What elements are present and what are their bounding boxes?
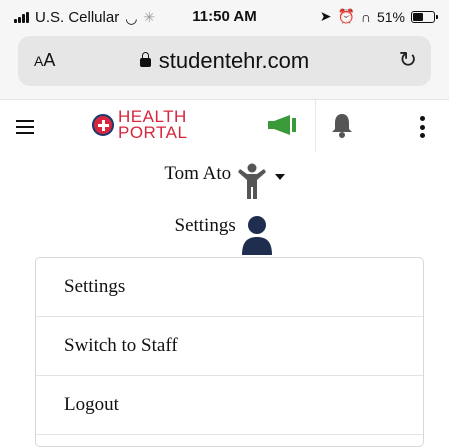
url-text: studentehr.com <box>158 48 310 73</box>
app-navbar: HEALTH PORTAL <box>0 99 449 156</box>
user-name: Tom Ato <box>164 163 232 184</box>
chevron-down-icon[interactable] <box>274 174 285 180</box>
status-right: ➤ ⏰ ∩ 51% <box>319 8 438 25</box>
settings-header-label: Settings <box>174 215 236 236</box>
kebab-menu-icon[interactable] <box>420 116 426 138</box>
menu-item-settings[interactable]: Settings <box>36 258 423 317</box>
megaphone-icon[interactable] <box>266 114 298 136</box>
logo-text: HEALTH PORTAL <box>118 108 188 142</box>
nav-divider <box>315 100 316 152</box>
battery-percent: 51% <box>376 8 405 25</box>
url-display[interactable]: studentehr.com <box>18 48 431 74</box>
health-portal-logo[interactable]: HEALTH PORTAL <box>92 108 188 142</box>
settings-dropdown-menu: Settings Switch to Staff Logout <box>35 257 424 447</box>
lock-icon <box>139 52 151 67</box>
person-icon <box>242 216 273 255</box>
browser-chrome: U.S. Cellular ◡ ✳ 11:50 AM ➤ ⏰ ∩ 51% AA … <box>0 0 449 99</box>
child-person-icon <box>237 163 266 199</box>
alarm-icon: ⏰ <box>337 8 355 24</box>
location-arrow-icon: ➤ <box>319 8 332 24</box>
menu-item-logout[interactable]: Logout <box>36 376 423 435</box>
battery-icon <box>411 10 438 23</box>
user-switcher[interactable]: Tom Ato <box>0 163 449 199</box>
logo-line2: PORTAL <box>118 123 188 142</box>
bell-icon[interactable] <box>330 112 354 138</box>
headphones-icon: ∩ <box>360 8 371 25</box>
status-bar: U.S. Cellular ◡ ✳ 11:50 AM ➤ ⏰ ∩ 51% <box>0 0 449 34</box>
address-bar[interactable]: AA studentehr.com ↻ <box>18 36 431 86</box>
reload-icon[interactable]: ↻ <box>399 47 417 73</box>
settings-header[interactable]: Settings <box>0 215 449 255</box>
logo-cross-icon <box>92 114 114 136</box>
hamburger-menu-icon[interactable] <box>16 120 34 134</box>
menu-item-switch-to-staff[interactable]: Switch to Staff <box>36 317 423 376</box>
